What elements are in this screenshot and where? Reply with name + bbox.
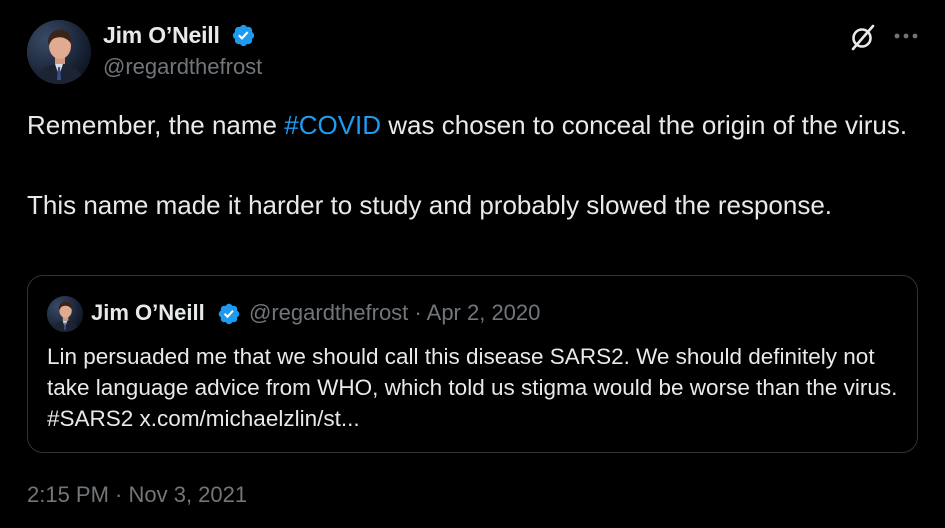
grok-icon[interactable] [848, 22, 878, 52]
avatar-photo [27, 20, 91, 84]
quoted-author-name[interactable]: Jim O’Neill [91, 300, 205, 326]
author-handle[interactable]: @regardthefrost [103, 54, 262, 80]
meta-separator: · [408, 300, 427, 325]
tweet-paragraph-1: Remember, the name #COVID was chosen to … [27, 107, 917, 143]
tweet-text-start: Remember, the name [27, 110, 285, 140]
quoted-author-avatar[interactable] [47, 296, 83, 332]
quoted-avatar-photo [47, 296, 83, 332]
hashtag-link[interactable]: #COVID [284, 110, 381, 140]
quoted-tweet-meta: @regardthefrost · Apr 2, 2020 [249, 300, 540, 326]
more-options-icon[interactable] [891, 24, 921, 48]
author-avatar[interactable] [27, 20, 91, 84]
verified-badge-icon[interactable] [231, 23, 256, 48]
tweet: Jim O’Neill @regardthefrost Remember, th… [0, 0, 945, 528]
tweet-text: Remember, the name #COVID was chosen to … [27, 107, 917, 223]
quoted-verified-badge-icon [218, 303, 240, 325]
quoted-author-handle[interactable]: @regardthefrost [249, 300, 408, 325]
tweet-timestamp[interactable]: 2:15 PM · Nov 3, 2021 [27, 482, 247, 508]
tweet-paragraph-2: This name made it harder to study and pr… [27, 190, 833, 220]
author-display-name[interactable]: Jim O’Neill [103, 22, 220, 49]
quoted-tweet-text: Lin persuaded me that we should call thi… [47, 344, 898, 431]
quoted-tweet-date[interactable]: Apr 2, 2020 [427, 300, 541, 325]
quoted-tweet-card[interactable]: Jim O’Neill @regardthefrost · Apr 2, 202… [27, 275, 918, 453]
tweet-text-rest: was chosen to conceal the origin of the … [381, 110, 908, 140]
